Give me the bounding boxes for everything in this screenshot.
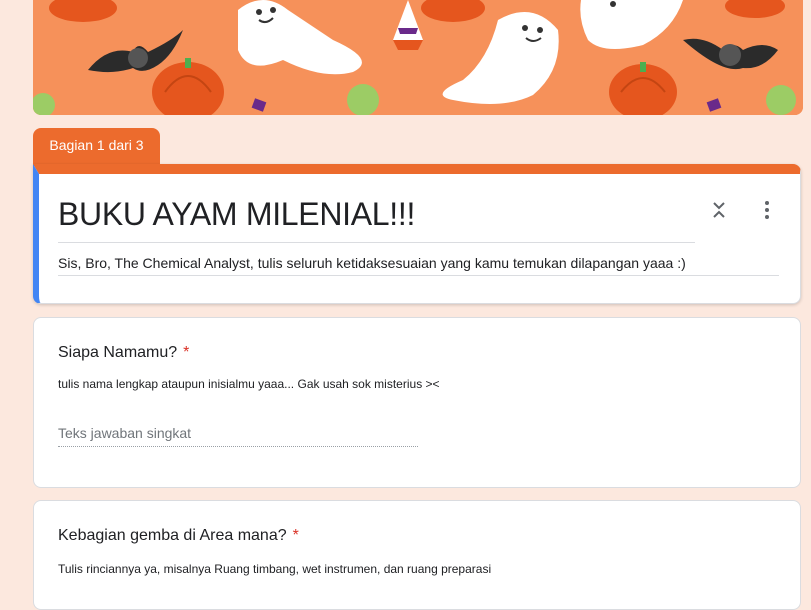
form-description: Sis, Bro, The Chemical Analyst, tulis se…	[58, 255, 686, 271]
section-tab-label: Bagian 1 dari 3	[49, 137, 144, 153]
description-divider	[58, 275, 779, 276]
title-divider	[58, 242, 695, 243]
required-asterisk: *	[292, 527, 299, 544]
collapse-button[interactable]	[707, 198, 731, 222]
collapse-icon	[713, 202, 725, 218]
form-title-card: BUKU AYAM MILENIAL!!! Sis, Bro, The Chem…	[33, 164, 801, 304]
header-banner-image	[33, 0, 803, 115]
section-tab: Bagian 1 dari 3	[33, 128, 160, 166]
question-title: Kebagian gemba di Area mana? *	[58, 527, 299, 545]
more-vert-icon	[765, 201, 769, 219]
more-options-button[interactable]	[755, 198, 779, 222]
question-card-name: Siapa Namamu? * tulis nama lengkap ataupu…	[33, 317, 801, 488]
question-card-area: Kebagian gemba di Area mana? * Tulis rinc…	[33, 500, 801, 610]
question-title: Siapa Namamu? *	[58, 344, 189, 362]
short-answer-input[interactable]	[58, 420, 418, 447]
form-title: BUKU AYAM MILENIAL!!!	[58, 196, 416, 232]
question-help-text: Tulis rinciannya ya, misalnya Ruang timb…	[58, 562, 492, 576]
required-asterisk: *	[183, 344, 190, 361]
question-title-text: Siapa Namamu?	[58, 344, 178, 361]
question-title-text: Kebagian gemba di Area mana?	[58, 527, 287, 544]
question-help-text: tulis nama lengkap ataupun inisialmu yaa…	[58, 377, 440, 391]
